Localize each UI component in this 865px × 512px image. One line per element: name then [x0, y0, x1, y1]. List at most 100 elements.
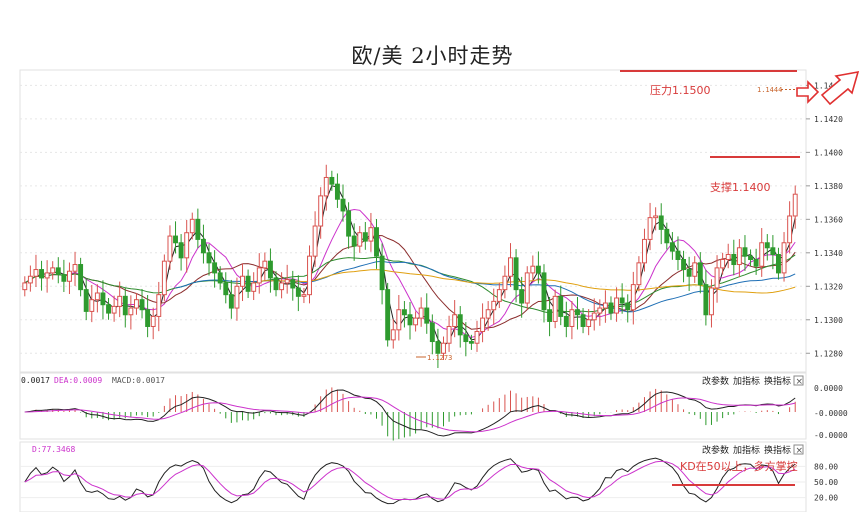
candle-body: [519, 289, 525, 304]
candle-body: [228, 294, 234, 309]
candle-body: [94, 292, 100, 301]
kd-d-value: D:77.3468: [32, 445, 76, 454]
candle-body: [597, 307, 603, 314]
macd-tick-label: -0.0000: [814, 431, 848, 440]
candle-body: [491, 300, 497, 311]
candle-body: [413, 317, 419, 326]
candle-body: [184, 232, 190, 259]
kd-tick-label: 80.00: [814, 462, 838, 471]
kd-close-icon[interactable]: ×: [796, 446, 804, 456]
macd-dea-value: DEA:0.0009: [54, 376, 102, 385]
candle-body: [642, 238, 647, 264]
candle-body: [446, 325, 452, 344]
candle-body: [362, 232, 368, 242]
candle-body: [602, 302, 608, 309]
candle-body: [307, 255, 312, 296]
candle-body: [764, 242, 770, 249]
candle-body: [262, 260, 268, 269]
candle-body: [776, 253, 781, 274]
forex-chart: 1.1280 1.1300 1.1320 1.1340 1.1360 1.1380 1.14…: [19, 69, 860, 512]
candle-body: [240, 275, 245, 287]
macd-swap-indicator-button[interactable]: 换指标: [764, 375, 791, 387]
candle-body: [145, 309, 151, 327]
candle-body: [485, 309, 491, 319]
candle-body: [558, 295, 564, 317]
candle-body: [189, 218, 195, 234]
kd-panel: [19, 441, 807, 512]
kd-tick-label: 20.00: [814, 494, 838, 503]
candle-body: [608, 302, 614, 314]
candle-body: [273, 277, 279, 291]
candle-body: [770, 247, 776, 255]
candle-body: [212, 262, 218, 274]
y-tick-label: 1.1320: [814, 282, 843, 291]
macd-close-icon[interactable]: ×: [796, 377, 804, 387]
candle-body: [106, 304, 111, 314]
support-label: 支撑1.1400: [710, 180, 771, 194]
kd-add-indicator-button[interactable]: 加指标: [733, 444, 760, 456]
candle-body: [318, 195, 324, 227]
macd-params-button[interactable]: 改参数: [702, 375, 729, 387]
candle-body: [128, 307, 134, 316]
candle-body: [323, 176, 329, 197]
resistance-label: 压力1.1500: [650, 84, 711, 97]
candle-body: [401, 309, 407, 316]
candle-body: [575, 309, 580, 316]
candle-body: [792, 193, 798, 217]
candle-body: [385, 289, 391, 341]
candle-body: [686, 269, 692, 277]
candle-body: [441, 342, 446, 354]
candle-body: [200, 238, 206, 254]
candle-body: [524, 272, 530, 304]
candle-body: [50, 267, 56, 274]
macd-tick-label: -0.0000: [814, 409, 848, 418]
candle-body: [407, 314, 413, 326]
candle-body: [223, 282, 229, 296]
candle-body: [636, 262, 642, 286]
candle-body: [731, 253, 737, 266]
kd-swap-indicator-button[interactable]: 换指标: [764, 444, 791, 456]
candle-body: [150, 315, 156, 327]
candle-body: [675, 250, 681, 261]
candle-body: [66, 270, 72, 282]
candle-body: [697, 262, 703, 286]
candle-body: [44, 272, 50, 279]
candle-body: [33, 269, 39, 277]
kd-tick-label: 50.00: [814, 478, 838, 487]
candle-body: [267, 260, 273, 279]
candle-body: [340, 198, 346, 212]
candle-body: [759, 242, 765, 267]
kd-params-button[interactable]: 改参数: [702, 444, 729, 456]
candle-body: [591, 312, 597, 321]
candle-body: [725, 253, 731, 261]
candle-body: [502, 275, 508, 291]
candle-body: [429, 322, 435, 343]
candle-body: [290, 279, 296, 289]
candle-body: [508, 257, 513, 277]
candle-body: [206, 252, 212, 264]
candle-body: [72, 264, 78, 272]
macd-value: MACD:0.0017: [112, 376, 165, 385]
candle-body: [692, 262, 698, 277]
candle-body: [178, 242, 184, 259]
candle-body: [480, 317, 486, 332]
candle-body: [173, 235, 178, 244]
candle-body: [586, 319, 592, 327]
candle-body: [630, 284, 636, 311]
low-marker-label: 1.1273: [427, 354, 452, 362]
candle-body: [167, 235, 173, 262]
candle-body: [390, 329, 396, 341]
last-price-label: 1.1444: [757, 86, 782, 94]
candle-body: [474, 330, 480, 344]
macd-add-indicator-button[interactable]: 加指标: [733, 375, 760, 387]
candle-body: [161, 260, 167, 296]
kd-note: KD在50以上，多方掌控: [680, 459, 798, 473]
candle-body: [787, 215, 793, 244]
candle-body: [234, 285, 240, 309]
candle-body: [625, 302, 631, 311]
candle-body: [368, 227, 374, 242]
y-tick-label: 1.1380: [814, 182, 843, 191]
candle-body: [133, 299, 139, 309]
candle-body: [468, 341, 474, 344]
candle-body: [329, 176, 335, 185]
